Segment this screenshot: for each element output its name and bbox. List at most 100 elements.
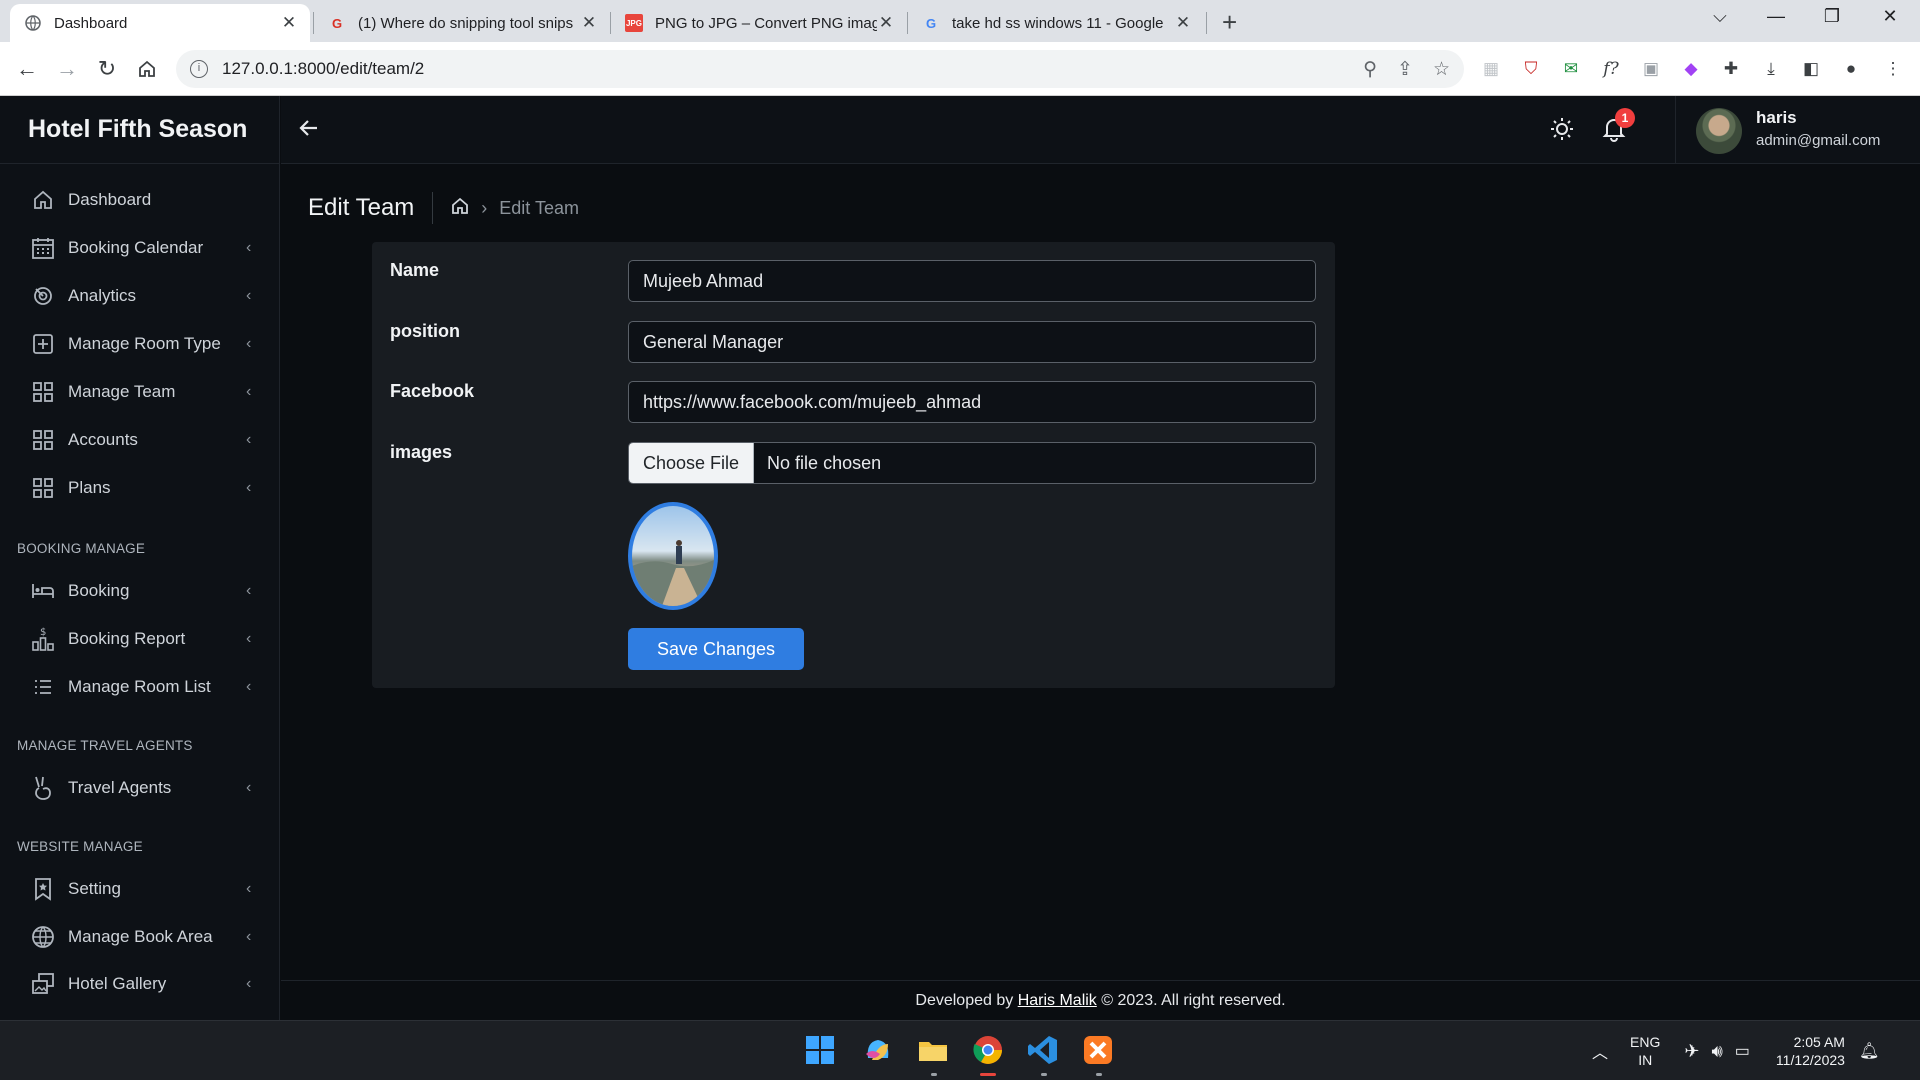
star-icon[interactable]: ☆ [1433, 58, 1450, 81]
chevron-left-icon: ‹ [246, 975, 252, 992]
close-icon[interactable]: ✕ [877, 13, 895, 33]
extension-color-icon[interactable]: ◆ [1680, 58, 1702, 80]
sidebar-item-manage-book-area[interactable]: Manage Book Area ‹ [0, 917, 279, 957]
back-arrow-icon[interactable]: ← [12, 54, 42, 84]
name-field[interactable]: Mujeeb Ahmad [628, 260, 1316, 302]
sidebar-item-accounts[interactable]: Accounts ‹ [0, 420, 279, 460]
share-icon[interactable]: ⇪ [1397, 58, 1413, 81]
section-heading-travel-agents: MANAGE TRAVEL AGENTS [17, 738, 193, 753]
ublock-icon[interactable]: ⛉ [1520, 58, 1542, 80]
clock[interactable]: 2:05 AM 11/12/2023 [1776, 1033, 1845, 1069]
sidebar-item-label: Plans [68, 478, 111, 497]
brand-logo[interactable]: Hotel Fifth Season [0, 96, 279, 164]
choose-file-button[interactable]: Choose File [629, 443, 755, 483]
section-heading-booking: BOOKING MANAGE [17, 541, 146, 556]
sidebar-item-plans[interactable]: Plans ‹ [0, 468, 279, 508]
gallery-icon [30, 971, 56, 997]
sidebar-item-booking[interactable]: Booking ‹ [0, 571, 279, 611]
app-topbar: 1 haris admin@gmail.com [281, 96, 1920, 164]
facebook-field[interactable]: https://www.facebook.com/mujeeb_ahmad [628, 381, 1316, 423]
back-arrow-icon[interactable] [297, 116, 321, 147]
language-indicator[interactable]: ENG IN [1630, 1033, 1660, 1069]
xampp-icon[interactable] [1082, 1034, 1116, 1068]
clock-time: 2:05 AM [1793, 1034, 1845, 1050]
grid-icon [30, 379, 56, 405]
chevron-left-icon: ‹ [246, 678, 252, 695]
position-field[interactable]: General Manager [628, 321, 1316, 363]
save-changes-button[interactable]: Save Changes [628, 628, 804, 670]
home-icon[interactable] [132, 54, 162, 84]
formula-icon[interactable]: f? [1600, 58, 1622, 80]
copilot-icon[interactable] [862, 1034, 896, 1068]
extension-icon[interactable]: ▦ [1480, 58, 1502, 80]
png-jpg-icon: JPG [625, 14, 643, 32]
tab-title: Dashboard [54, 14, 128, 32]
sidebar-item-travel-agents[interactable]: Travel Agents ‹ [0, 768, 279, 808]
chevron-left-icon: ‹ [246, 880, 252, 897]
user-menu[interactable]: haris admin@gmail.com [1675, 96, 1920, 164]
file-explorer-icon[interactable] [917, 1034, 951, 1068]
vscode-icon[interactable] [1027, 1034, 1061, 1068]
window-close-button[interactable]: ✕ [1870, 6, 1910, 27]
sidebar-item-analytics[interactable]: Analytics ‹ [0, 276, 279, 316]
footer: Developed by Haris Malik © 2023. All rig… [281, 980, 1920, 1020]
sidebar-item-hotel-gallery[interactable]: Hotel Gallery ‹ [0, 964, 279, 1004]
forward-arrow-icon[interactable]: → [52, 54, 82, 84]
close-icon[interactable]: ✕ [1174, 13, 1192, 33]
sidebar-item-dashboard[interactable]: Dashboard [0, 180, 279, 220]
sidebar-item-manage-room-type[interactable]: Manage Room Type ‹ [0, 324, 279, 364]
close-icon[interactable]: ✕ [580, 13, 598, 33]
browser-tab-quora[interactable]: G (1) Where do snipping tool snips ✕ [314, 4, 610, 42]
sidebar-item-label: Setting [68, 879, 121, 898]
site-info-icon[interactable]: i [190, 60, 208, 78]
battery-icon[interactable]: ▭ [1735, 1041, 1750, 1061]
profile-icon[interactable]: ● [1840, 58, 1862, 80]
chevron-left-icon: ‹ [246, 287, 252, 304]
tab-search-chevron-icon[interactable]: ⌵ [1700, 6, 1740, 27]
browser-tab-google[interactable]: G take hd ss windows 11 - Google ✕ [908, 4, 1204, 42]
restore-button[interactable]: ❐ [1812, 6, 1852, 27]
windows-start-icon[interactable] [804, 1034, 838, 1068]
footer-author-link[interactable]: Haris Malik [1018, 992, 1097, 1009]
chevron-left-icon: ‹ [246, 335, 252, 352]
sidebar-item-label: Booking Report [68, 629, 186, 648]
footer-suffix: © 2023. All right reserved. [1101, 992, 1286, 1009]
avatar[interactable] [1696, 108, 1742, 154]
sidebar-item-booking-calendar[interactable]: Booking Calendar ‹ [0, 228, 279, 268]
breadcrumb-home-icon[interactable] [451, 197, 469, 220]
reload-icon[interactable]: ↻ [92, 54, 122, 84]
sidebar-item-label: Manage Team [68, 382, 176, 401]
minimize-button[interactable]: — [1756, 6, 1796, 27]
sidebar-item-manage-team[interactable]: Manage Team ‹ [0, 372, 279, 412]
extension-image-icon[interactable]: ▣ [1640, 58, 1662, 80]
active-indicator [980, 1073, 996, 1076]
notification-center-icon[interactable]: 🔔︎ [1859, 1041, 1879, 1061]
globe-icon [24, 14, 42, 32]
airplane-mode-icon[interactable]: ✈ [1684, 1041, 1699, 1062]
tab-divider [1206, 12, 1207, 34]
side-panel-icon[interactable]: ◧ [1800, 58, 1822, 80]
theme-toggle-sun-icon[interactable] [1549, 116, 1575, 147]
browser-tab-png-jpg[interactable]: JPG PNG to JPG – Convert PNG images ✕ [611, 4, 907, 42]
edit-team-form: Name Mujeeb Ahmad position General Manag… [372, 242, 1335, 688]
browser-tab-dashboard[interactable]: Dashboard ✕ [10, 4, 310, 42]
svg-text:$: $ [40, 627, 46, 638]
sidebar-item-setting[interactable]: Setting ‹ [0, 869, 279, 909]
chevron-left-icon: ‹ [246, 431, 252, 448]
sidebar-item-manage-room-list[interactable]: Manage Room List ‹ [0, 667, 279, 707]
extension-mail-icon[interactable]: ✉ [1560, 58, 1582, 80]
zoom-icon[interactable]: ⚲ [1363, 58, 1377, 81]
tray-expand-chevron-icon[interactable]: ︿ [1592, 1039, 1608, 1063]
close-icon[interactable]: ✕ [280, 13, 298, 33]
puzzle-icon[interactable]: ✚ [1720, 58, 1742, 80]
image-file-input[interactable]: Choose File No file chosen [628, 442, 1316, 484]
menu-icon[interactable]: ⋮ [1882, 58, 1904, 80]
sidebar-item-booking-report[interactable]: $ Booking Report ‹ [0, 619, 279, 659]
download-icon[interactable]: ⤓ [1760, 58, 1782, 80]
notification-badge: 1 [1615, 108, 1635, 128]
new-tab-button[interactable]: + [1222, 7, 1237, 38]
chevron-left-icon: ‹ [246, 928, 252, 945]
chrome-icon[interactable] [972, 1034, 1006, 1068]
volume-icon[interactable]: 🔊︎ [1711, 1041, 1722, 1062]
address-bar[interactable]: i 127.0.0.1:8000/edit/team/2 ⚲ ⇪ ☆ [176, 50, 1464, 88]
